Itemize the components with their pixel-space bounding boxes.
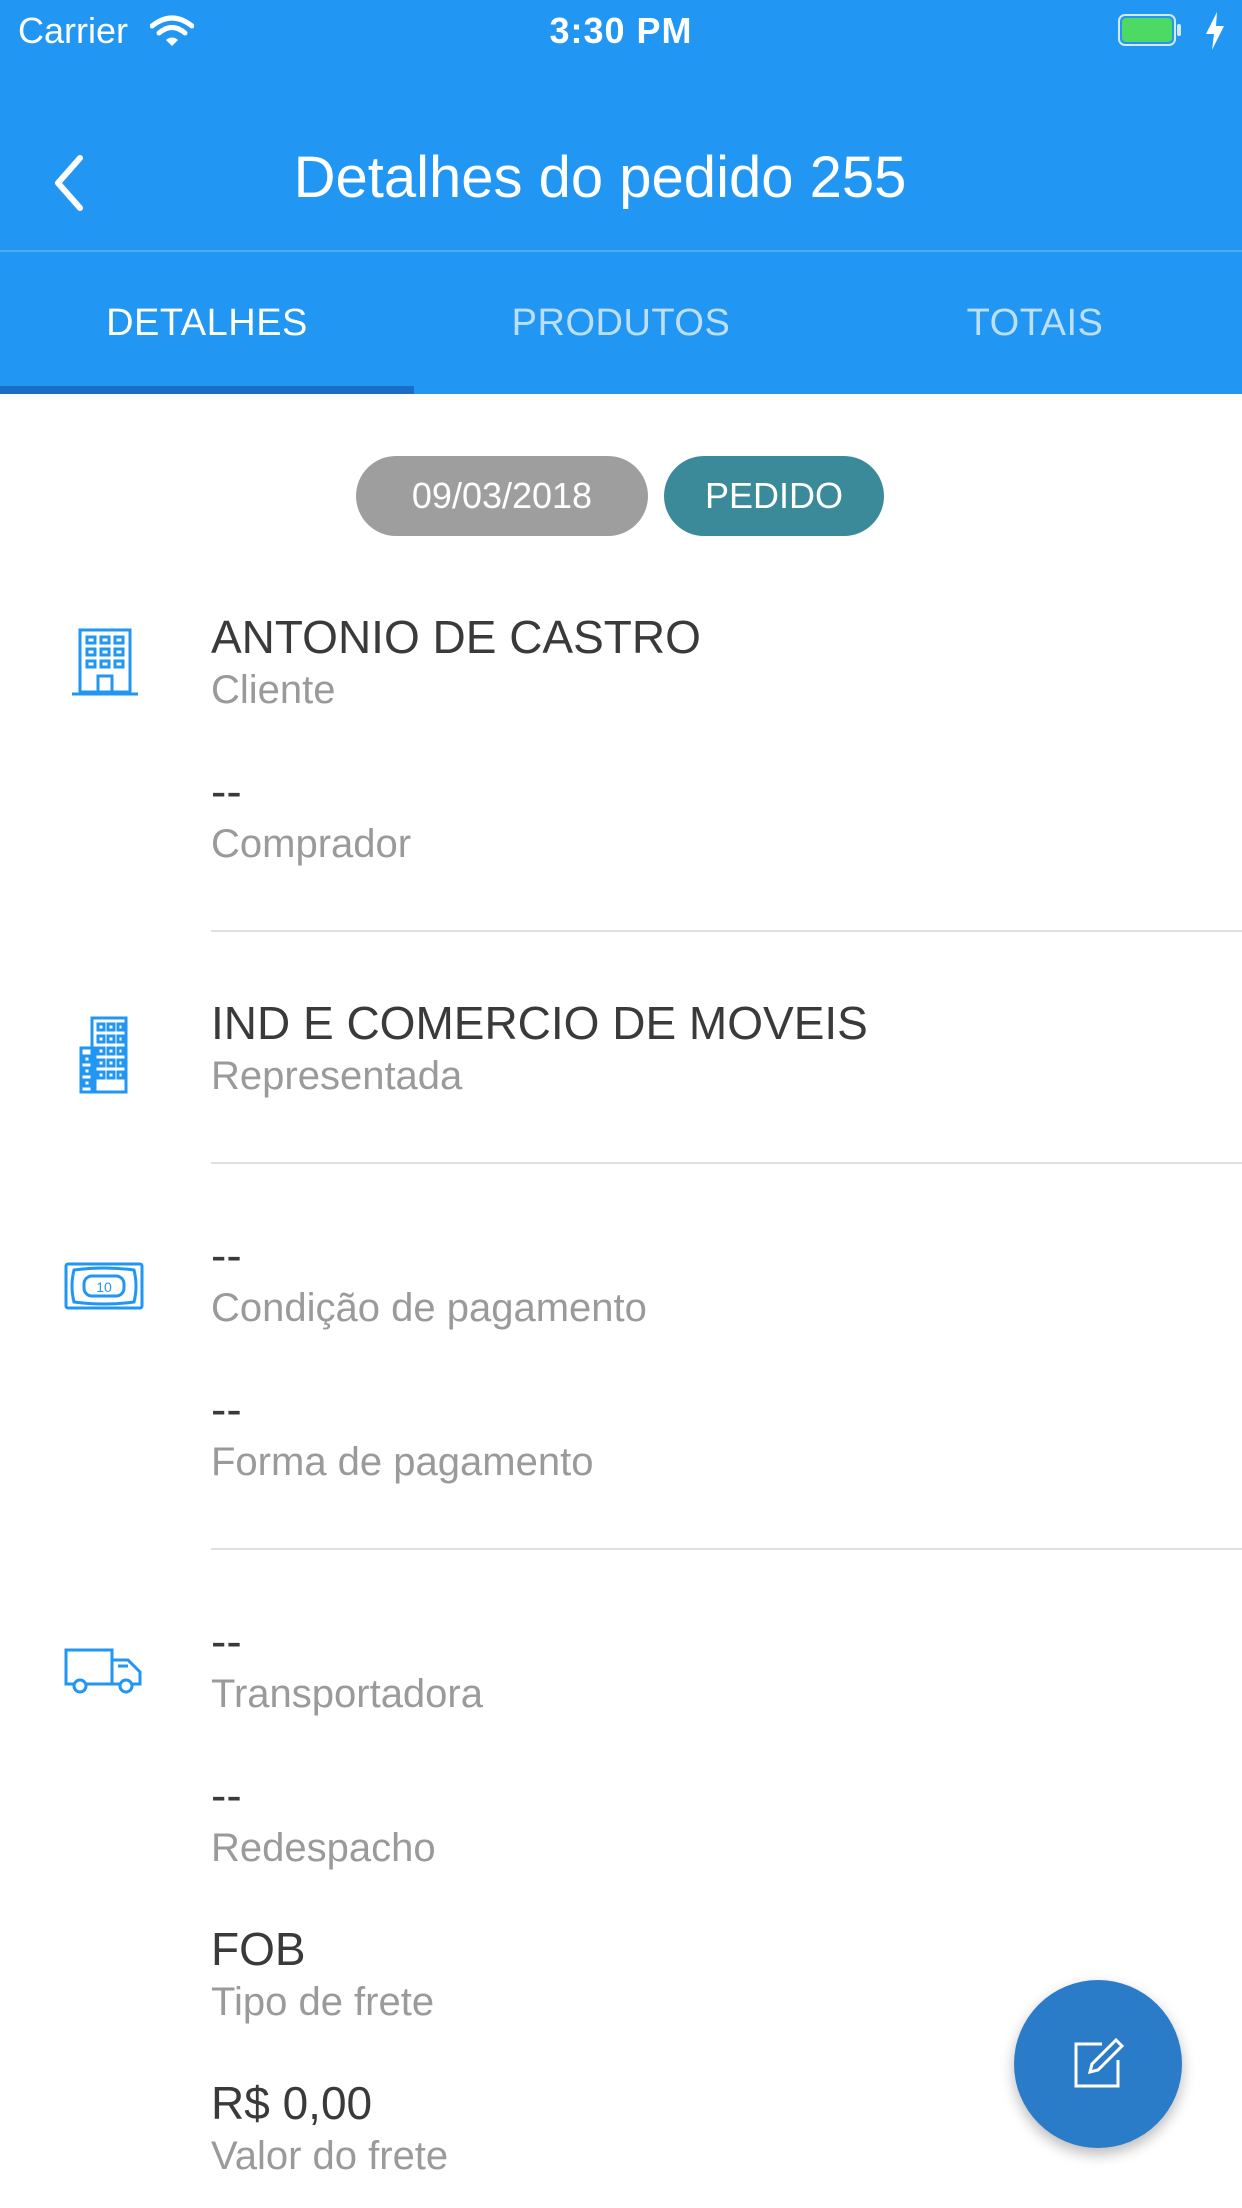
banknote-icon: 10 (64, 1262, 144, 1310)
condicao-label: Condição de pagamento (211, 1286, 647, 1330)
separator (211, 930, 1242, 932)
condicao-value: -- (211, 1229, 242, 1281)
comprador-label: Comprador (211, 822, 412, 866)
transportadora-value: -- (211, 1615, 242, 1667)
banknote-value: 10 (96, 1279, 112, 1295)
forma-value: -- (211, 1383, 242, 1435)
representada-label: Representada (211, 1054, 463, 1098)
comprador-value: -- (211, 765, 242, 817)
tab-produtos[interactable]: PRODUTOS (414, 252, 828, 394)
edit-button[interactable] (1014, 1980, 1182, 2148)
battery-icon (1118, 14, 1181, 46)
tipo-frete-value: FOB (211, 1923, 306, 1975)
cliente-value: ANTONIO DE CASTRO (211, 611, 701, 663)
tab-bar: DETALHES PRODUTOS TOTAIS (0, 252, 1242, 394)
charging-icon (1206, 12, 1224, 50)
status-bar: Carrier 3:30 PM (0, 0, 1242, 64)
separator (211, 1162, 1242, 1164)
tab-detalhes[interactable]: DETALHES (0, 252, 414, 394)
truck-icon (64, 1648, 142, 1694)
redespacho-value: -- (211, 1769, 242, 1821)
page-title: Detalhes do pedido 255 (293, 145, 907, 210)
clock: 3:30 PM (549, 10, 693, 51)
forma-label: Forma de pagamento (211, 1440, 594, 1484)
office-tower-icon (79, 1016, 128, 1094)
tab-totais[interactable]: TOTAIS (828, 252, 1242, 394)
tab-indicator (0, 386, 414, 394)
representada-value: IND E COMERCIO DE MOVEIS (211, 997, 868, 1049)
app-bar: Carrier 3:30 PM Detalhes do pedido 255 D… (0, 0, 1242, 394)
redespacho-label: Redespacho (211, 1826, 436, 1870)
tipo-frete-label: Tipo de frete (211, 1980, 435, 2024)
transportadora-label: Transportadora (211, 1672, 483, 1716)
building-icon (72, 628, 138, 696)
separator (211, 1548, 1242, 1550)
navigation-bar: Detalhes do pedido 255 (0, 64, 1242, 250)
edit-icon (1074, 2037, 1125, 2088)
chips-row: 09/03/2018 PEDIDO (0, 456, 1242, 536)
cliente-label: Cliente (211, 668, 336, 712)
valor-frete-label: Valor do frete (211, 2134, 449, 2178)
date-chip: 09/03/2018 (356, 456, 648, 536)
status-chip: PEDIDO (664, 456, 884, 536)
valor-frete-value: R$ 0,00 (211, 2077, 373, 2129)
